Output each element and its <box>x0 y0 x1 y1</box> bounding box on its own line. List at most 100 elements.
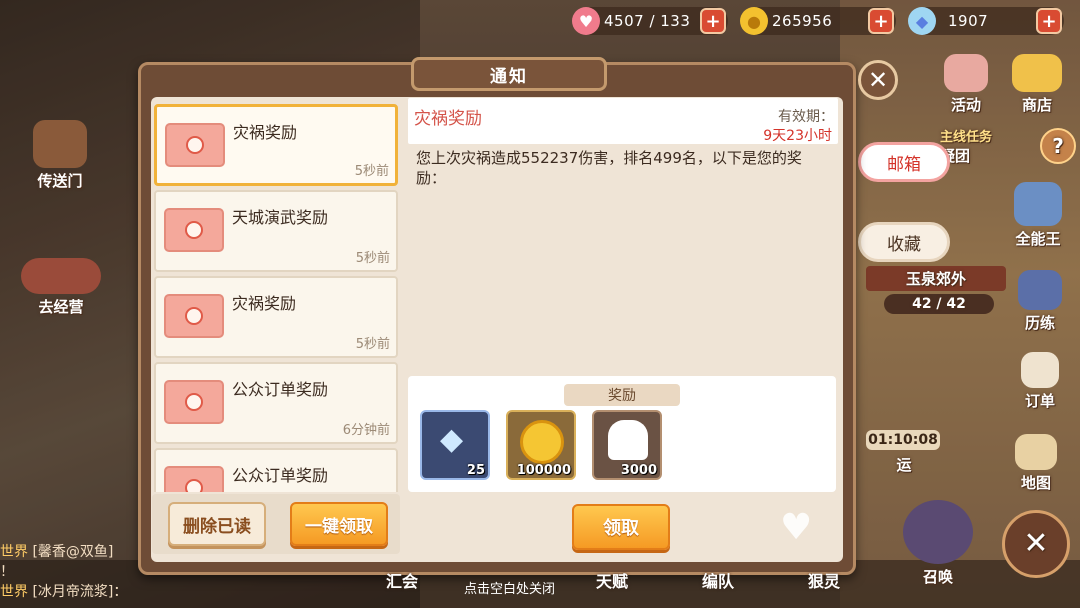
mail-item-4[interactable]: 公众订单奖励 <box>154 448 398 492</box>
crossed-utensils-icon: ✕ <box>1023 526 1049 561</box>
reward-item-crystal[interactable]: ◆ 25 <box>420 410 490 480</box>
events-button[interactable]: 活动 <box>934 54 998 115</box>
close-icon: ✕ <box>867 66 889 94</box>
mail-list[interactable]: 灾祸奖励 5秒前 天城演武奖励 5秒前 灾祸奖励 5秒前 公众订单奖励 6分钟前… <box>152 104 400 492</box>
delete-read-button[interactable]: 删除已读 <box>168 502 266 546</box>
seal-icon <box>185 393 203 411</box>
world-chat[interactable]: 世界 [馨香@双鱼] ！ 世界 [冰月帝流浆]： <box>0 542 146 602</box>
shop-icon <box>1012 54 1062 92</box>
map-icon <box>1015 434 1057 470</box>
add-crystal-button[interactable]: + <box>1036 8 1062 34</box>
reward-box: 奖励 ◆ 25 100000 3000 <box>408 376 836 492</box>
omnipotent-label: 全能王 <box>1015 230 1061 248</box>
sword-icon <box>1018 270 1062 310</box>
close-button[interactable]: ✕ <box>858 60 898 100</box>
detail-title: 灾祸奖励 <box>414 109 482 129</box>
training-label: 历练 <box>1024 314 1055 332</box>
seal-icon <box>185 307 203 325</box>
claim-button[interactable]: 领取 <box>572 504 670 550</box>
add-stamina-button[interactable]: + <box>700 8 726 34</box>
orders-label: 订单 <box>1024 392 1055 410</box>
envelope-icon <box>164 294 224 338</box>
omnipotent-button[interactable]: 全能王 <box>1000 182 1076 249</box>
mail-title: 公众订单奖励 <box>232 380 329 399</box>
chat-channel-tag: 世界 <box>0 584 28 600</box>
favorite-heart-icon[interactable]: ♥ <box>780 510 820 546</box>
character-avatar-icon <box>1014 182 1062 226</box>
validity-label: 有效期： <box>778 109 834 125</box>
envelope-icon <box>164 208 224 252</box>
mail-detail-header: 灾祸奖励 有效期： 9天23小时 <box>408 98 838 144</box>
envelope-icon <box>164 466 224 492</box>
portal-icon <box>33 120 87 168</box>
training-button[interactable]: 历练 <box>1008 270 1072 333</box>
chef-hat-icon <box>608 420 648 460</box>
detail-body: 您上次灾祸造成552237伤害，排名499名，以下是您的奖励： <box>416 149 802 187</box>
crystal-icon: ◆ <box>440 422 464 457</box>
orders-button[interactable]: 订单 <box>1010 352 1070 411</box>
mail-item-2[interactable]: 灾祸奖励 5秒前 <box>154 276 398 358</box>
nav-talent[interactable]: 天赋 <box>596 568 628 592</box>
map-button[interactable]: 地图 <box>1004 434 1068 493</box>
crystal-resource: ◆ 1907 + <box>908 7 1064 35</box>
nav-formation[interactable]: 编队 <box>702 568 734 592</box>
delivery-label: 运 <box>896 456 912 474</box>
mailbox-tab[interactable]: 邮箱 <box>858 142 950 182</box>
cooking-button[interactable]: ✕ <box>1002 510 1070 578</box>
mail-item-1[interactable]: 天城演武奖励 5秒前 <box>154 190 398 272</box>
mail-title: 灾祸奖励 <box>233 123 298 142</box>
reward-count: 3000 <box>620 463 657 478</box>
reward-label: 奖励 <box>564 384 680 406</box>
add-gold-button[interactable]: + <box>868 8 894 34</box>
envelope-icon <box>164 380 224 424</box>
claim-all-button[interactable]: 一键领取 <box>290 502 388 546</box>
seal-icon <box>186 136 204 154</box>
mail-time: 5秒前 <box>355 251 390 266</box>
shop-label: 商店 <box>1021 96 1052 114</box>
portal-label: 传送门 <box>37 172 83 190</box>
shop-button[interactable]: 商店 <box>1002 54 1072 115</box>
portal-button[interactable]: 传送门 <box>22 120 98 191</box>
events-label: 活动 <box>950 96 981 114</box>
map-label: 地图 <box>1020 474 1051 492</box>
delivery-button[interactable]: 运 <box>874 454 934 475</box>
delivery-timer: 01:10:08 <box>866 430 940 450</box>
quest-help-button[interactable]: ? <box>1040 128 1076 164</box>
close-hint: 点击空白处关闭 <box>464 582 556 597</box>
gold-resource: ● 265956 + <box>740 7 896 35</box>
mail-title: 灾祸奖励 <box>232 294 297 313</box>
seal-icon <box>185 221 203 239</box>
nav-guild[interactable]: 汇会 <box>386 568 418 592</box>
gold-value: 265956 <box>772 12 833 30</box>
heart-icon: ♥ <box>572 7 600 35</box>
crystal-icon: ◆ <box>908 7 936 35</box>
seal-icon <box>185 479 203 492</box>
back-arrow-icon <box>21 258 101 294</box>
gold-coin-icon <box>520 420 564 464</box>
reward-item-gold[interactable]: 100000 <box>506 410 576 480</box>
stamina-value: 4507 / 133 <box>604 12 691 30</box>
list-actions: 删除已读 一键领取 <box>152 494 400 554</box>
mail-title: 公众订单奖励 <box>232 466 329 485</box>
summon-button[interactable]: 召唤 <box>896 500 980 587</box>
chat-message: [馨香@双鱼] <box>32 544 114 560</box>
summon-label: 召唤 <box>922 568 953 586</box>
main-quest-panel[interactable]: 主线任务 疑团 <box>940 126 1036 166</box>
go-manage-button[interactable]: 去经营 <box>16 258 106 317</box>
main-quest-label: 主线任务 <box>940 130 993 145</box>
reward-count: 25 <box>466 463 485 478</box>
mail-item-0[interactable]: 灾祸奖励 5秒前 <box>154 104 398 186</box>
envelope-icon <box>165 123 225 167</box>
nav-spirit[interactable]: 狠灵 <box>808 568 840 592</box>
mail-time: 5秒前 <box>354 164 389 179</box>
validity-value: 9天23小时 <box>763 128 832 144</box>
chat-message-cont: ！ <box>0 564 14 580</box>
star-icon <box>944 54 988 92</box>
summon-circle-icon <box>903 500 973 564</box>
location-banner[interactable]: 玉泉郊外 <box>866 266 1006 291</box>
favorites-tab[interactable]: 收藏 <box>858 222 950 262</box>
mail-item-3[interactable]: 公众订单奖励 6分钟前 <box>154 362 398 444</box>
reward-item-chef-hat[interactable]: 3000 <box>592 410 662 480</box>
reward-count: 100000 <box>516 463 571 478</box>
crystal-value: 1907 <box>948 12 989 30</box>
